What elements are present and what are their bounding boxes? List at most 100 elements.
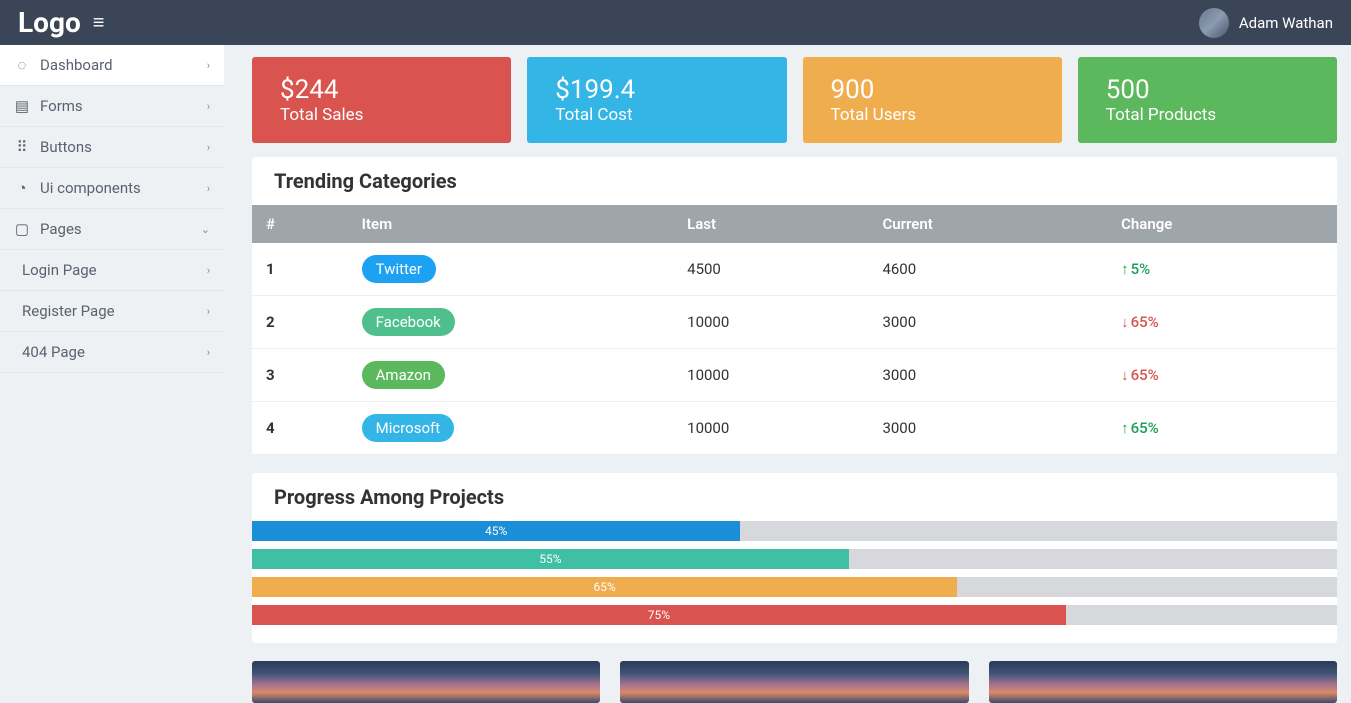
row-last: 4500	[675, 243, 870, 296]
avatar	[1199, 8, 1229, 38]
sidebar-item-label: Ui components	[40, 179, 141, 197]
arrow-up-icon: ↑	[1121, 419, 1129, 437]
sidebar-item-label: Forms	[40, 97, 83, 115]
progress-track: 45%	[252, 521, 1337, 541]
sidebar-item-label: Buttons	[40, 138, 92, 156]
progress-bar: 65%	[252, 577, 957, 597]
stat-cards: $244Total Sales$199.4Total Cost900Total …	[252, 57, 1337, 143]
chevron-icon: ›	[207, 182, 210, 195]
row-index: 1	[252, 243, 350, 296]
row-item: Amazon	[350, 349, 676, 402]
table-header: #	[252, 205, 350, 243]
progress-title: Progress Among Projects	[252, 473, 1337, 521]
nav-icon: ▢	[14, 220, 30, 238]
row-last: 10000	[675, 402, 870, 455]
sidebar: ◌Dashboard›▤Forms›⠿Buttons›◔Ui component…	[0, 45, 224, 703]
user-menu[interactable]: Adam Wathan	[1199, 8, 1333, 38]
trending-panel: Trending Categories #ItemLastCurrentChan…	[252, 157, 1337, 455]
row-index: 4	[252, 402, 350, 455]
nav-icon: ⠿	[14, 138, 30, 156]
stat-value: $244	[280, 75, 483, 105]
table-row: 2 Facebook 100003000↓65%	[252, 296, 1337, 349]
stat-label: Total Users	[831, 105, 1034, 125]
progress-track: 55%	[252, 549, 1337, 569]
row-current: 3000	[870, 296, 1109, 349]
user-name: Adam Wathan	[1239, 14, 1333, 32]
sidebar-subitem-register-page[interactable]: Register Page ›	[0, 291, 224, 332]
progress-panel: Progress Among Projects 45% 55% 65% 75%	[252, 473, 1337, 643]
progress-bar: 75%	[252, 605, 1066, 625]
arrow-down-icon: ↓	[1121, 366, 1129, 384]
image-card[interactable]	[252, 661, 600, 703]
sidebar-item-pages[interactable]: ▢ Pages ⌄	[0, 209, 224, 250]
chevron-icon: ⌄	[201, 223, 210, 236]
image-card[interactable]	[620, 661, 968, 703]
row-item: Microsoft	[350, 402, 676, 455]
chevron-icon: ›	[207, 141, 210, 154]
item-pill[interactable]: Amazon	[362, 361, 445, 389]
table-header: Change	[1109, 205, 1337, 243]
stat-label: Total Sales	[280, 105, 483, 125]
stat-value: 900	[831, 75, 1034, 105]
topbar-left: Logo ≡	[18, 6, 104, 39]
sidebar-item-buttons[interactable]: ⠿ Buttons ›	[0, 127, 224, 168]
stat-value: 500	[1106, 75, 1309, 105]
main-content: $244Total Sales$199.4Total Cost900Total …	[224, 45, 1351, 703]
stat-card: $244Total Sales	[252, 57, 511, 143]
item-pill[interactable]: Twitter	[362, 255, 436, 283]
sidebar-item-label: Pages	[40, 220, 82, 238]
table-row: 3Amazon100003000↓65%	[252, 349, 1337, 402]
logo[interactable]: Logo	[18, 6, 81, 39]
row-current: 3000	[870, 349, 1109, 402]
stat-card: 500Total Products	[1078, 57, 1337, 143]
chevron-icon: ›	[207, 346, 210, 359]
arrow-down-icon: ↓	[1121, 313, 1129, 331]
stat-label: Total Products	[1106, 105, 1309, 125]
nav-icon: ◌	[14, 56, 30, 74]
sidebar-item-label: 404 Page	[22, 343, 85, 361]
row-change: ↓65%	[1109, 296, 1337, 349]
menu-toggle-icon[interactable]: ≡	[93, 10, 105, 35]
row-index: 2	[252, 296, 350, 349]
trending-table: #ItemLastCurrentChange 1 Twitter 45004600 ↑…	[252, 205, 1337, 455]
row-last: 10000	[675, 349, 870, 402]
row-item: Facebook	[350, 296, 676, 349]
progress-track: 75%	[252, 605, 1337, 625]
stat-card: $199.4Total Cost	[527, 57, 786, 143]
sidebar-subitem-404-page[interactable]: 404 Page ›	[0, 332, 224, 373]
row-current: 4600	[870, 243, 1109, 296]
table-header: Current	[870, 205, 1109, 243]
arrow-up-icon: ↑	[1121, 260, 1129, 278]
table-row: 1Twitter45004600↑5%	[252, 243, 1337, 296]
stat-value: $199.4	[555, 75, 758, 105]
table-header: Last	[675, 205, 870, 243]
row-change: ↓65%	[1109, 349, 1337, 402]
progress-bar: 45%	[252, 521, 740, 541]
sidebar-item-label: Register Page	[22, 302, 115, 320]
progress-bar: 55%	[252, 549, 849, 569]
stat-label: Total Cost	[555, 105, 758, 125]
chevron-icon: ›	[207, 264, 210, 277]
sidebar-item-dashboard[interactable]: ◌ Dashboard ›	[0, 45, 224, 86]
sidebar-subitem-login-page[interactable]: Login Page ›	[0, 250, 224, 291]
stat-card: 900Total Users	[803, 57, 1062, 143]
progress-track: 65%	[252, 577, 1337, 597]
row-last: 10000	[675, 296, 870, 349]
item-pill[interactable]: Microsoft	[362, 414, 455, 442]
chevron-icon: ›	[207, 59, 210, 72]
row-change: ↑65%	[1109, 402, 1337, 455]
nav-icon: ◔	[14, 179, 30, 197]
row-item: Twitter	[350, 243, 676, 296]
sidebar-item-ui-components[interactable]: ◔ Ui components ›	[0, 168, 224, 209]
sidebar-item-label: Login Page	[22, 261, 97, 279]
image-card[interactable]	[989, 661, 1337, 703]
chevron-icon: ›	[207, 100, 210, 113]
trending-title: Trending Categories	[252, 157, 1337, 205]
item-pill[interactable]: Facebook	[362, 308, 455, 336]
table-row: 4 Microsoft 100003000↑65%	[252, 402, 1337, 455]
sidebar-item-forms[interactable]: ▤Forms›	[0, 86, 224, 127]
row-current: 3000	[870, 402, 1109, 455]
table-header: Item	[350, 205, 676, 243]
chevron-icon: ›	[207, 305, 210, 318]
sidebar-item-label: Dashboard	[40, 56, 113, 74]
